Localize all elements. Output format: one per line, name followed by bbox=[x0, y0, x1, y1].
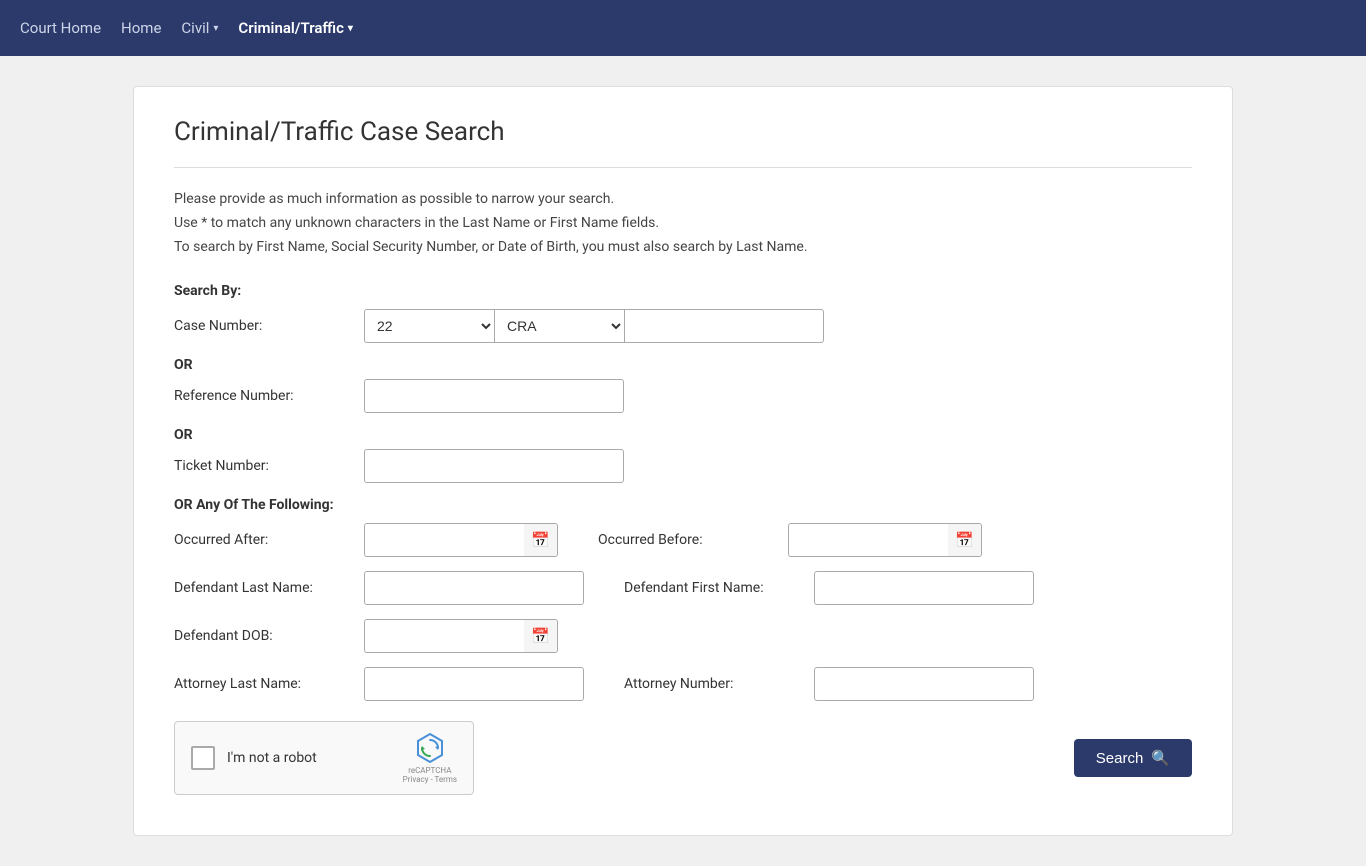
nav-home[interactable]: Home bbox=[121, 19, 161, 37]
case-type-select[interactable]: CRA CRB TRC TRD bbox=[494, 309, 624, 343]
nav-civil-dropdown[interactable]: Civil ▾ bbox=[181, 19, 218, 37]
title-divider bbox=[174, 167, 1192, 168]
defendant-name-row: Defendant Last Name: Defendant First Nam… bbox=[174, 571, 1192, 605]
calendar-icon-dob: 📅 bbox=[531, 627, 550, 645]
ticket-number-label: Ticket Number: bbox=[174, 458, 354, 474]
search-icon: 🔍 bbox=[1151, 749, 1170, 767]
or-divider-1: OR bbox=[174, 357, 1192, 373]
search-button[interactable]: Search 🔍 bbox=[1074, 739, 1192, 777]
instruction-line-3: To search by First Name, Social Security… bbox=[174, 236, 1192, 260]
occurred-before-calendar-button[interactable]: 📅 bbox=[948, 523, 982, 557]
reference-number-row: Reference Number: bbox=[174, 379, 1192, 413]
criminal-traffic-caret-icon: ▾ bbox=[348, 23, 353, 34]
attorney-number-label: Attorney Number: bbox=[624, 676, 804, 692]
occurred-before-label: Occurred Before: bbox=[598, 532, 778, 548]
attorney-last-name-label: Attorney Last Name: bbox=[174, 676, 354, 692]
search-by-label: Search By: bbox=[174, 283, 1192, 299]
reference-number-label: Reference Number: bbox=[174, 388, 354, 404]
civil-caret-icon: ▾ bbox=[213, 23, 218, 34]
reference-number-input[interactable] bbox=[364, 379, 624, 413]
or-divider-2: OR bbox=[174, 427, 1192, 443]
navigation: Court Home Home Civil ▾ Criminal/Traffic… bbox=[0, 0, 1366, 56]
case-number-group: 22 21 20 19 18 CRA CRB TRC TRD bbox=[364, 309, 824, 343]
occurred-after-calendar-button[interactable]: 📅 bbox=[524, 523, 558, 557]
page-title: Criminal/Traffic Case Search bbox=[174, 117, 1192, 147]
attorney-row: Attorney Last Name: Attorney Number: bbox=[174, 667, 1192, 701]
nav-civil-label: Civil bbox=[181, 19, 209, 37]
bottom-row: I'm not a robot reCAPTCHAPrivacy - Terms… bbox=[174, 721, 1192, 795]
occurred-row: Occurred After: 📅 Occurred Before: 📅 bbox=[174, 523, 1192, 557]
case-number-label: Case Number: bbox=[174, 318, 354, 334]
instruction-line-1: Please provide as much information as po… bbox=[174, 188, 1192, 212]
instruction-line-2: Use * to match any unknown characters in… bbox=[174, 212, 1192, 236]
nav-criminal-traffic-dropdown[interactable]: Criminal/Traffic ▾ bbox=[238, 19, 353, 37]
recaptcha-logo: reCAPTCHAPrivacy - Terms bbox=[403, 732, 457, 784]
nav-criminal-traffic-label: Criminal/Traffic bbox=[238, 19, 343, 37]
occurred-before-group: 📅 bbox=[788, 523, 982, 557]
nav-court-home[interactable]: Court Home bbox=[20, 19, 101, 37]
or-any-label: OR Any Of The Following: bbox=[174, 497, 1192, 513]
recaptcha-logo-icon bbox=[414, 732, 446, 764]
attorney-last-name-input[interactable] bbox=[364, 667, 584, 701]
occurred-before-input[interactable] bbox=[788, 523, 948, 557]
ticket-number-input[interactable] bbox=[364, 449, 624, 483]
recaptcha-checkbox[interactable] bbox=[191, 746, 215, 770]
calendar-icon-occurred-before: 📅 bbox=[955, 531, 974, 549]
search-button-label: Search bbox=[1096, 750, 1144, 767]
occurred-after-group: 📅 bbox=[364, 523, 558, 557]
defendant-first-name-input[interactable] bbox=[814, 571, 1034, 605]
defendant-dob-input[interactable] bbox=[364, 619, 524, 653]
recaptcha-label: I'm not a robot bbox=[227, 750, 317, 766]
defendant-dob-row: Defendant DOB: 📅 bbox=[174, 619, 1192, 653]
attorney-number-input[interactable] bbox=[814, 667, 1034, 701]
occurred-after-label: Occurred After: bbox=[174, 532, 354, 548]
recaptcha-widget[interactable]: I'm not a robot reCAPTCHAPrivacy - Terms bbox=[174, 721, 474, 795]
occurred-after-input[interactable] bbox=[364, 523, 524, 557]
calendar-icon-occurred-after: 📅 bbox=[531, 531, 550, 549]
defendant-last-name-input[interactable] bbox=[364, 571, 584, 605]
recaptcha-brand-text: reCAPTCHAPrivacy - Terms bbox=[403, 766, 457, 784]
defendant-dob-label: Defendant DOB: bbox=[174, 628, 354, 644]
ticket-number-row: Ticket Number: bbox=[174, 449, 1192, 483]
defendant-dob-group: 📅 bbox=[364, 619, 558, 653]
instructions: Please provide as much information as po… bbox=[174, 188, 1192, 259]
case-number-row: Case Number: 22 21 20 19 18 CRA CRB TRC … bbox=[174, 309, 1192, 343]
case-number-input[interactable] bbox=[624, 309, 824, 343]
defendant-dob-calendar-button[interactable]: 📅 bbox=[524, 619, 558, 653]
search-card: Criminal/Traffic Case Search Please prov… bbox=[133, 86, 1233, 836]
case-year-select[interactable]: 22 21 20 19 18 bbox=[364, 309, 494, 343]
defendant-last-name-label: Defendant Last Name: bbox=[174, 580, 354, 596]
defendant-first-name-label: Defendant First Name: bbox=[624, 580, 804, 596]
